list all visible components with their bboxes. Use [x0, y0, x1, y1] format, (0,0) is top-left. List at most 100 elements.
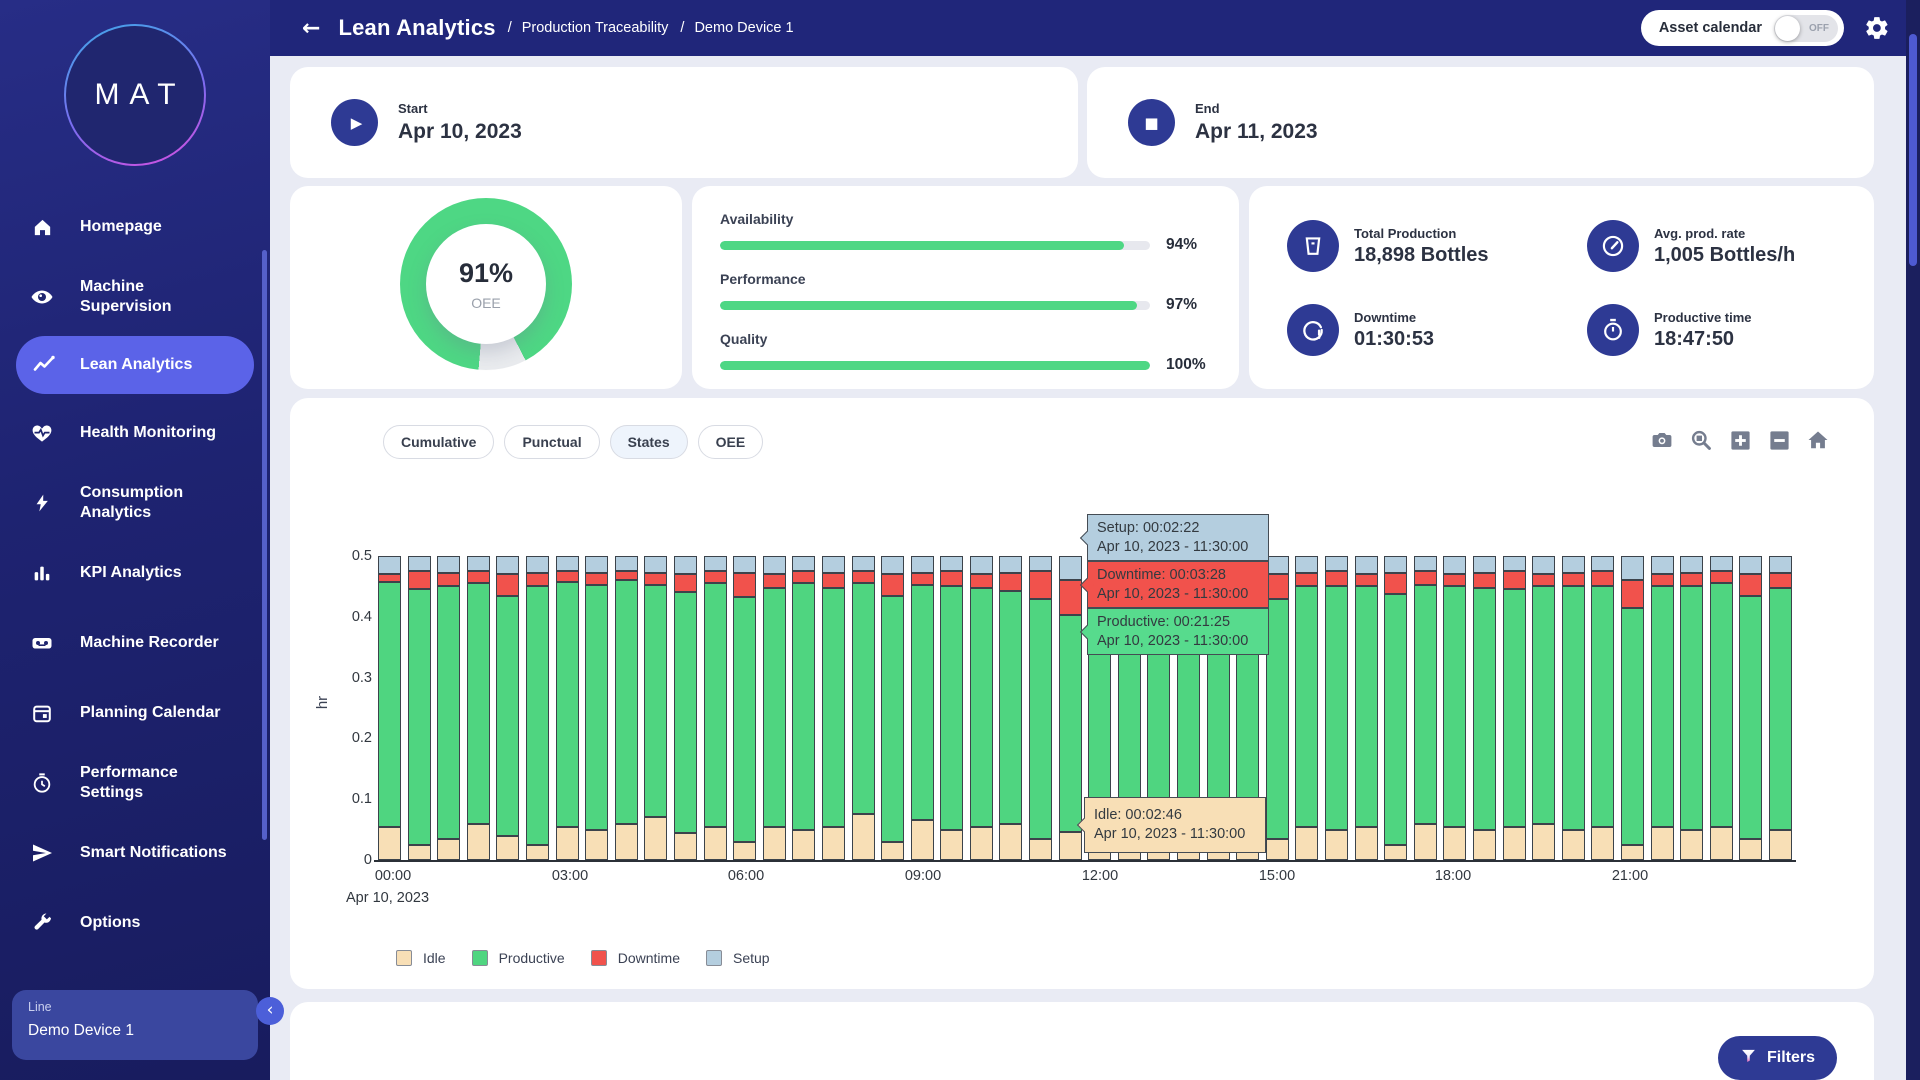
metric-label: Availability: [720, 211, 1213, 227]
page-scrollbar-thumb[interactable]: [1909, 34, 1917, 266]
settings-gear-icon[interactable]: [1862, 13, 1892, 43]
toggle-switch[interactable]: OFF: [1774, 15, 1838, 42]
chart-bar[interactable]: [881, 556, 904, 860]
chart-bar[interactable]: [1414, 556, 1437, 860]
chart-bar[interactable]: [970, 556, 993, 860]
chart-bar[interactable]: [585, 556, 608, 860]
chart-bar[interactable]: [644, 556, 667, 860]
x-axis-date-label: Apr 10, 2023: [346, 890, 429, 906]
chart-bar[interactable]: [615, 556, 638, 860]
availability-progress: [720, 241, 1150, 250]
sidebar-item-machine-supervision[interactable]: Machine Supervision: [0, 262, 270, 332]
oee-gauge-card: 91% OEE: [290, 186, 682, 389]
downtime-swatch: [591, 950, 607, 966]
legend-item-productive[interactable]: Productive: [472, 950, 565, 966]
chart-bar[interactable]: [526, 556, 549, 860]
legend-item-downtime[interactable]: Downtime: [591, 950, 680, 966]
reset-axes-home-icon[interactable]: [1806, 428, 1830, 452]
sidebar-item-consumption-analytics[interactable]: Consumption Analytics: [0, 468, 270, 538]
sidebar-item-health-monitoring[interactable]: Health Monitoring: [0, 398, 270, 468]
legend-item-idle[interactable]: Idle: [396, 950, 446, 966]
page-scrollbar[interactable]: [1906, 0, 1920, 1080]
chart-bar[interactable]: [1355, 556, 1378, 860]
sidebar-scrollbar[interactable]: [262, 250, 267, 840]
legend-item-setup[interactable]: Setup: [706, 950, 770, 966]
sidebar: MAT Homepage Machine Supervision Lean An…: [0, 0, 270, 1080]
stopwatch-icon: [1587, 304, 1639, 356]
chart-bar[interactable]: [1325, 556, 1348, 860]
chart-bar[interactable]: [1680, 556, 1703, 860]
idle-tooltip: Idle: 00:02:46 Apr 10, 2023 - 11:30:00: [1084, 797, 1266, 853]
sidebar-item-machine-recorder[interactable]: Machine Recorder: [0, 608, 270, 678]
sidebar-item-lean-analytics[interactable]: Lean Analytics: [16, 336, 254, 394]
chart-bar[interactable]: [704, 556, 727, 860]
app-logo: MAT: [0, 0, 270, 190]
chart-bar[interactable]: [1059, 556, 1082, 860]
chart-bar[interactable]: [437, 556, 460, 860]
chart-bar[interactable]: [1651, 556, 1674, 860]
sidebar-item-performance-settings[interactable]: Performance Settings: [0, 748, 270, 818]
y-tick: 0.5: [320, 547, 372, 565]
chart-bar[interactable]: [1710, 556, 1733, 860]
chart-bar[interactable]: [1384, 556, 1407, 860]
timer-gauge-icon: [30, 771, 54, 795]
chart-bar[interactable]: [408, 556, 431, 860]
chart-bar[interactable]: [1562, 556, 1585, 860]
chart-bar[interactable]: [467, 556, 490, 860]
chart-bar[interactable]: [999, 556, 1022, 860]
zoom-out-icon[interactable]: [1767, 428, 1791, 452]
zoom-in-icon[interactable]: [1728, 428, 1752, 452]
quality-progress: [720, 361, 1150, 370]
chart-bar[interactable]: [1532, 556, 1555, 860]
sidebar-item-kpi-analytics[interactable]: KPI Analytics: [0, 538, 270, 608]
asset-calendar-toggle[interactable]: Asset calendar OFF: [1641, 10, 1844, 46]
filters-button[interactable]: Filters: [1718, 1036, 1837, 1080]
chart-bar[interactable]: [733, 556, 756, 860]
chart-bar[interactable]: [1503, 556, 1526, 860]
chart-bar[interactable]: [1266, 556, 1289, 860]
sidebar-item-smart-notifications[interactable]: Smart Notifications: [0, 818, 270, 888]
chart-bar[interactable]: [1739, 556, 1762, 860]
y-tick: 0.3: [320, 669, 372, 687]
camera-icon[interactable]: [1650, 428, 1674, 452]
chart-bar[interactable]: [1443, 556, 1466, 860]
heart-pulse-icon: [30, 421, 54, 445]
chart-bar[interactable]: [792, 556, 815, 860]
line-selector[interactable]: Line Demo Device 1: [12, 990, 258, 1060]
chart-bar[interactable]: [1295, 556, 1318, 860]
chart-bar[interactable]: [1769, 556, 1792, 860]
metric-percent: 97%: [1166, 296, 1213, 314]
tab-cumulative[interactable]: Cumulative: [383, 425, 494, 459]
chart-bar[interactable]: [1473, 556, 1496, 860]
chart-bar[interactable]: [852, 556, 875, 860]
x-tick: 03:00: [525, 868, 615, 884]
breadcrumb-production-traceability[interactable]: /Production Traceability: [508, 20, 669, 36]
chart-bar[interactable]: [1029, 556, 1052, 860]
sidebar-item-options[interactable]: Options: [0, 888, 270, 958]
chart-bar[interactable]: [911, 556, 934, 860]
end-date-card[interactable]: ■ End Apr 11, 2023: [1087, 67, 1874, 178]
tab-punctual[interactable]: Punctual: [504, 425, 599, 459]
wrench-icon: [30, 911, 54, 935]
end-label: End: [1195, 101, 1318, 116]
chart-bar[interactable]: [822, 556, 845, 860]
sidebar-item-homepage[interactable]: Homepage: [0, 192, 270, 262]
chart-bar[interactable]: [1621, 556, 1644, 860]
chart-bar[interactable]: [674, 556, 697, 860]
chart-bar[interactable]: [940, 556, 963, 860]
chart-bar[interactable]: [496, 556, 519, 860]
chart-bar[interactable]: [556, 556, 579, 860]
sidebar-item-label: Lean Analytics: [80, 355, 192, 375]
tab-states[interactable]: States: [610, 425, 688, 459]
sidebar-collapse-button[interactable]: ‹: [256, 997, 284, 1025]
chart-bar[interactable]: [378, 556, 401, 860]
start-date-card[interactable]: ▶ Start Apr 10, 2023: [290, 67, 1078, 178]
y-tick: 0.2: [320, 729, 372, 747]
back-arrow-icon[interactable]: ←: [302, 16, 320, 41]
tab-oee[interactable]: OEE: [698, 425, 764, 459]
breadcrumb-demo-device[interactable]: /Demo Device 1: [680, 20, 793, 36]
chart-bar[interactable]: [763, 556, 786, 860]
chart-bar[interactable]: [1591, 556, 1614, 860]
zoom-select-icon[interactable]: [1689, 428, 1713, 452]
sidebar-item-planning-calendar[interactable]: Planning Calendar: [0, 678, 270, 748]
